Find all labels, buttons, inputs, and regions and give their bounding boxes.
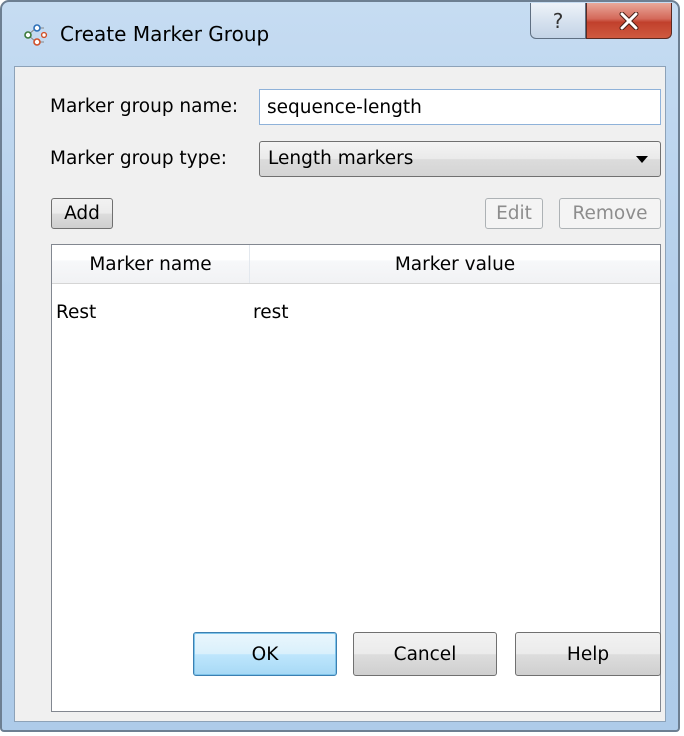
column-header-marker-value[interactable]: Marker value [250, 245, 660, 283]
marker-group-type-select[interactable]: Length markers [259, 141, 661, 177]
chevron-down-icon [636, 156, 648, 163]
marker-group-icon [24, 24, 48, 46]
title-bar[interactable]: Create Marker Group ? [2, 2, 678, 66]
marker-group-type-label: Marker group type: [50, 148, 227, 169]
help-button[interactable]: Help [515, 632, 661, 676]
ok-button[interactable]: OK [193, 632, 337, 676]
window-title: Create Marker Group [60, 22, 270, 46]
remove-button[interactable]: Remove [559, 198, 661, 229]
help-icon: ? [552, 8, 564, 33]
add-button[interactable]: Add [51, 198, 113, 229]
table-row[interactable]: Rest rest [52, 297, 660, 331]
column-header-marker-name[interactable]: Marker name [52, 245, 250, 283]
cell-marker-name[interactable]: Rest [56, 302, 96, 323]
cell-marker-value[interactable]: rest [253, 302, 288, 323]
title-close-button[interactable] [586, 3, 672, 39]
create-marker-group-dialog: Create Marker Group ? Marker group name:… [0, 0, 680, 732]
marker-group-type-value: Length markers [268, 148, 414, 169]
title-help-button[interactable]: ? [530, 3, 586, 39]
close-icon [619, 11, 639, 30]
marker-group-name-input[interactable] [259, 89, 661, 125]
table-header: Marker name Marker value [52, 245, 660, 284]
edit-button[interactable]: Edit [485, 198, 543, 229]
cancel-button[interactable]: Cancel [353, 632, 497, 676]
marker-group-name-label: Marker group name: [50, 96, 239, 117]
dialog-body: Marker group name: Marker group type: Le… [14, 66, 666, 722]
